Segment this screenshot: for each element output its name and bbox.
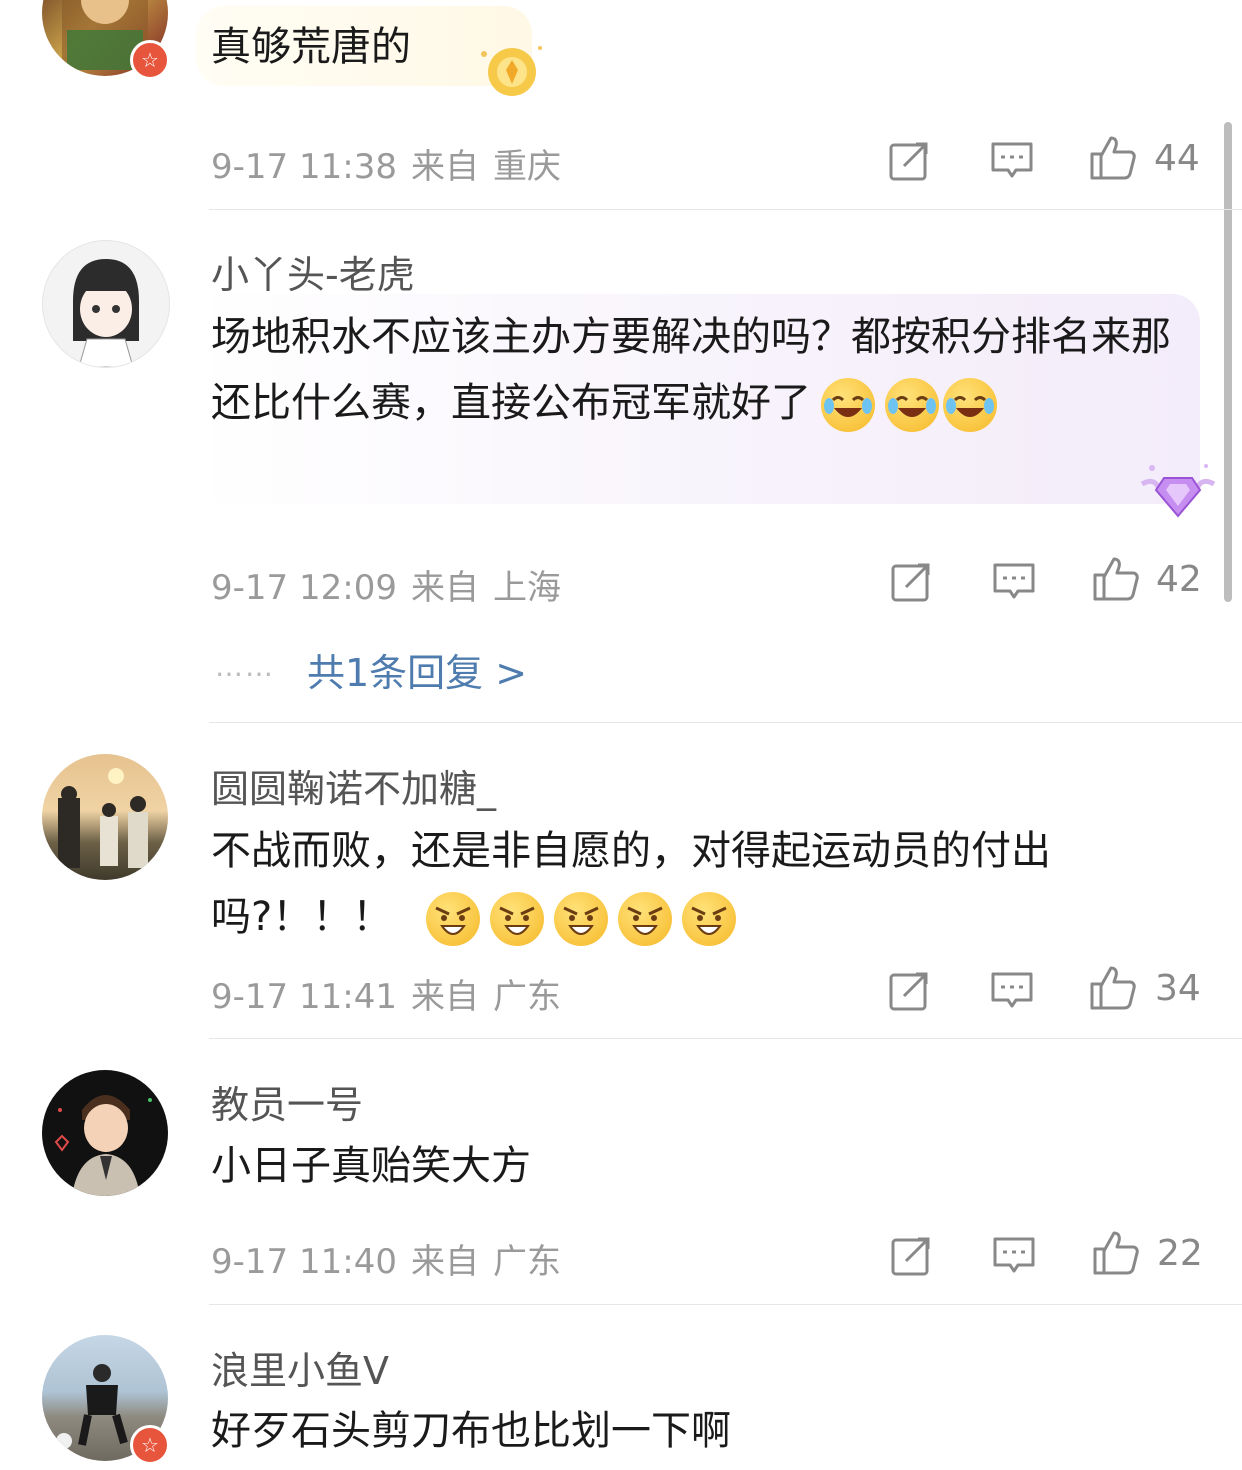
comment-meta: 9-17 11:38 来自 重庆 [211,139,575,188]
angry-emoji [618,892,673,946]
username[interactable]: 圆圆鞠诺不加糖_ [211,758,496,813]
comment-meta: 9-17 11:40 来自 广东 [211,1234,575,1283]
from-label: 来自 [410,147,479,187]
comment-meta: 9-17 12:09 来自 上海 [211,560,575,609]
reply-dots: …… [215,650,275,683]
angry-emoji [682,892,737,946]
like-count: 22 [1157,1233,1203,1274]
comment-meta: 9-17 11:41 来自 广东 [211,969,575,1018]
divider [209,722,1242,723]
comment-icon[interactable] [990,138,1034,182]
avatar-image [54,1095,152,1196]
comment-text-content: 场地积水不应该主办方要解决的吗？都按积分排名来那还比什么赛，直接公布冠军就好了 [211,314,1171,426]
share-icon[interactable] [890,1233,934,1277]
divider [209,209,1242,210]
avatar[interactable] [42,240,170,368]
star-badge-icon: ☆ [130,40,170,80]
thumbs-up-icon[interactable] [1092,1229,1140,1277]
angry-emoji [554,892,609,946]
from-label: 来自 [410,568,479,608]
comment-date: 9-17 11:38 [211,147,397,187]
username[interactable]: 浪里小鱼V [211,1340,389,1395]
share-icon[interactable] [888,138,932,182]
comment-text: 不战而败，还是非自愿的，对得起运动员的付出吗?！！！ [211,818,1191,950]
laugh-cry-emoji [885,378,939,432]
thumbs-up-icon[interactable] [1092,555,1140,603]
like-count: 34 [1155,968,1201,1009]
comment-text: 真够荒唐的 [211,24,411,70]
avatar[interactable] [42,754,168,880]
like-count: 44 [1154,138,1200,179]
comment-text: 好歹石头剪刀布也比划一下啊 [211,1408,731,1454]
scrollbar[interactable] [1224,122,1232,602]
comment-text: 场地积水不应该主办方要解决的吗？都按积分排名来那还比什么赛，直接公布冠军就好了 [211,304,1186,436]
from-label: 来自 [410,1242,479,1282]
share-icon[interactable] [888,968,932,1012]
comment-icon[interactable] [992,559,1036,603]
comment-icon[interactable] [992,1233,1036,1277]
avatar-image [58,768,148,868]
comment-location: 上海 [492,568,561,608]
angry-emoji [426,892,481,946]
from-label: 来自 [410,977,479,1017]
comment-date: 9-17 11:41 [211,977,397,1017]
divider [209,1304,1242,1305]
angry-emoji [490,892,545,946]
comment-location: 广东 [492,1242,561,1282]
comment-date: 9-17 11:40 [211,1242,397,1282]
laugh-cry-emoji [943,378,997,432]
thumbs-up-icon[interactable] [1089,964,1137,1012]
diamond-badge-icon [1140,464,1216,518]
comment-location: 广东 [492,977,561,1017]
thumbs-up-icon[interactable] [1089,134,1137,182]
username[interactable]: 教员一号 [211,1074,363,1129]
share-icon[interactable] [890,559,934,603]
comment-text: 小日子真贻笑大方 [211,1143,531,1189]
laugh-cry-emoji [821,378,875,432]
username[interactable]: 小丫头-老虎 [211,244,415,299]
comment-icon[interactable] [990,968,1034,1012]
avatar-image [73,259,139,367]
view-replies-link[interactable]: 共1条回复 > [307,642,527,697]
star-badge-icon: ☆ [130,1425,170,1465]
avatar[interactable] [42,1070,168,1196]
comment-date: 9-17 12:09 [211,568,397,608]
like-count: 42 [1156,559,1202,600]
gold-badge-icon [481,46,542,96]
divider [209,1038,1242,1039]
comment-location: 重庆 [492,147,561,187]
